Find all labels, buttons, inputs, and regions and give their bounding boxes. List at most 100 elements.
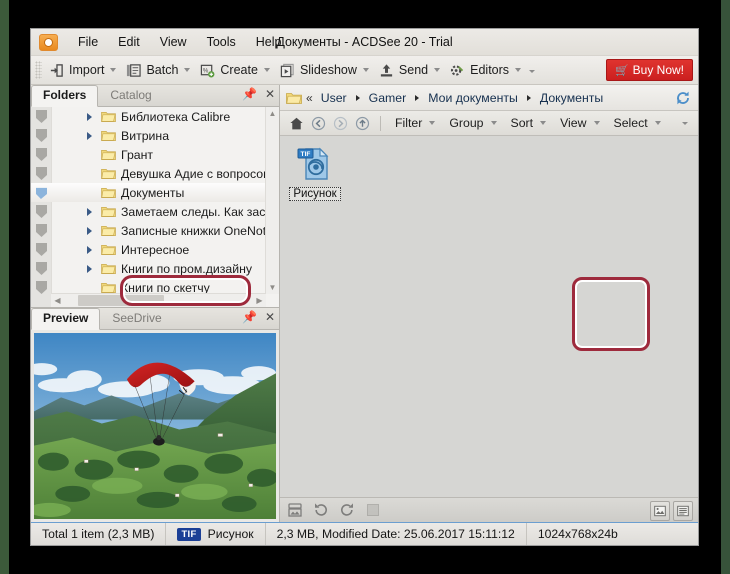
create-icon: % bbox=[201, 64, 215, 77]
sort-button[interactable]: Sort bbox=[505, 113, 536, 133]
tree-scroll-left-arrow[interactable]: ◀ bbox=[51, 296, 64, 305]
editors-dropdown-caret[interactable] bbox=[515, 68, 522, 72]
list-view-toggle[interactable] bbox=[673, 501, 693, 521]
desktop-edge-right bbox=[721, 0, 730, 574]
back-icon[interactable] bbox=[308, 113, 328, 133]
select-caret[interactable] bbox=[654, 121, 661, 125]
slideshow-button[interactable]: Slideshow bbox=[276, 58, 360, 82]
rotate-left-icon[interactable] bbox=[312, 502, 329, 519]
slideshow-icon bbox=[280, 63, 294, 77]
thumbnail-view-toggle[interactable] bbox=[650, 501, 670, 521]
folder-icon bbox=[101, 206, 116, 217]
forward-icon[interactable] bbox=[330, 113, 350, 133]
refresh-icon[interactable] bbox=[673, 88, 692, 107]
folder-tree-item[interactable]: Книги по скетчу bbox=[31, 278, 279, 294]
menu-bar: File Edit View Tools Help bbox=[31, 29, 698, 55]
folder-tree-item-selected[interactable]: Документы bbox=[31, 183, 279, 202]
menu-edit[interactable]: Edit bbox=[109, 32, 149, 52]
folder-tree[interactable]: Библиотека Calibre Витрина Грант Девушка Ад… bbox=[31, 107, 279, 307]
buy-now-button[interactable]: 🛒 Buy Now! bbox=[605, 59, 693, 81]
create-button[interactable]: % Create bbox=[196, 58, 261, 82]
folder-tree-horizontal-scrollbar[interactable]: ◀ ▶ bbox=[51, 293, 266, 307]
tab-folders[interactable]: Folders bbox=[31, 85, 99, 107]
shield-icon bbox=[36, 167, 47, 180]
file-list-area[interactable]: TIF Рисунок bbox=[280, 136, 698, 497]
shield-icon bbox=[36, 205, 47, 218]
folder-tree-vertical-scrollbar[interactable]: ▲ ▼ bbox=[265, 107, 279, 294]
folder-tree-item[interactable]: Заметаем следы. Как заста bbox=[31, 202, 279, 221]
status-total: Total 1 item (2,3 MB) bbox=[31, 523, 167, 545]
rotate-right-icon[interactable] bbox=[338, 502, 355, 519]
toolbar-grip[interactable] bbox=[35, 61, 42, 79]
breadcrumb-documents[interactable]: Документы bbox=[538, 91, 605, 105]
batch-button[interactable]: Batch bbox=[122, 58, 181, 82]
folder-tree-item[interactable]: Книги по пром.дизайну bbox=[31, 259, 279, 278]
view-button[interactable]: View bbox=[554, 113, 588, 133]
tree-scroll-down-arrow[interactable]: ▼ bbox=[266, 281, 279, 294]
expand-arrow-icon[interactable] bbox=[87, 226, 92, 235]
expand-arrow-icon[interactable] bbox=[87, 264, 92, 273]
breadcrumb-separator-icon[interactable] bbox=[415, 94, 420, 101]
create-dropdown-caret[interactable] bbox=[263, 68, 270, 72]
thumbnail-info-icon[interactable] bbox=[286, 502, 303, 519]
folder-tree-item-label: Витрина bbox=[121, 128, 170, 143]
import-button[interactable]: Import bbox=[45, 58, 107, 82]
import-dropdown-caret[interactable] bbox=[110, 68, 117, 72]
expand-arrow-icon[interactable] bbox=[87, 245, 92, 254]
batch-dropdown-caret[interactable] bbox=[184, 68, 191, 72]
file-item-risunok[interactable]: TIF Рисунок bbox=[286, 144, 344, 201]
menu-tools[interactable]: Tools bbox=[198, 32, 245, 52]
home-icon[interactable] bbox=[286, 113, 306, 133]
breadcrumb-my-documents[interactable]: Мои документы bbox=[426, 91, 520, 105]
folder-tree-item[interactable]: Библиотека Calibre bbox=[31, 107, 279, 126]
folder-tree-item[interactable]: Девушка Адие с вопросом о bbox=[31, 164, 279, 183]
pin-icon[interactable]: 📌 bbox=[242, 310, 257, 324]
view-caret[interactable] bbox=[593, 121, 600, 125]
tab-catalog[interactable]: Catalog bbox=[98, 85, 163, 106]
tree-scroll-up-arrow[interactable]: ▲ bbox=[266, 107, 279, 120]
menu-help[interactable]: Help bbox=[247, 32, 291, 52]
filter-caret[interactable] bbox=[429, 121, 436, 125]
import-label: Import bbox=[69, 63, 105, 77]
group-button[interactable]: Group bbox=[443, 113, 485, 133]
tab-preview[interactable]: Preview bbox=[31, 308, 101, 330]
select-button[interactable]: Select bbox=[608, 113, 650, 133]
breadcrumb-separator-icon[interactable] bbox=[526, 94, 531, 101]
expand-arrow-icon[interactable] bbox=[87, 207, 92, 216]
tree-scroll-right-arrow[interactable]: ▶ bbox=[253, 296, 266, 305]
acdsee-camera-icon[interactable] bbox=[39, 33, 58, 51]
close-icon[interactable]: ✕ bbox=[265, 310, 275, 324]
slideshow-dropdown-caret[interactable] bbox=[362, 68, 369, 72]
send-label: Send bbox=[398, 63, 429, 77]
breadcrumb-overflow[interactable]: « bbox=[306, 91, 313, 105]
expand-arrow-icon[interactable] bbox=[87, 131, 92, 140]
breadcrumb-separator-icon[interactable] bbox=[355, 94, 360, 101]
toolbar-overflow-caret[interactable] bbox=[529, 70, 536, 73]
up-icon[interactable] bbox=[352, 113, 372, 133]
close-icon[interactable]: ✕ bbox=[265, 87, 275, 101]
folder-tree-item[interactable]: Витрина bbox=[31, 126, 279, 145]
send-dropdown-caret[interactable] bbox=[434, 68, 441, 72]
folder-tree-item[interactable]: Грант bbox=[31, 145, 279, 164]
group-caret[interactable] bbox=[490, 121, 497, 125]
folder-tree-item[interactable]: Записные книжки OneNote bbox=[31, 221, 279, 240]
folder-icon bbox=[101, 244, 116, 255]
filter-button[interactable]: Filter bbox=[389, 113, 424, 133]
menu-view[interactable]: View bbox=[151, 32, 196, 52]
editors-button[interactable]: Editors bbox=[446, 58, 512, 82]
breadcrumb-gamer[interactable]: Gamer bbox=[367, 91, 409, 105]
send-button[interactable]: Send bbox=[375, 58, 431, 82]
expand-arrow-icon[interactable] bbox=[87, 112, 92, 121]
menu-file[interactable]: File bbox=[69, 32, 107, 52]
folder-tree-item-label: Библиотека Calibre bbox=[121, 109, 231, 124]
navbar-overflow-caret[interactable] bbox=[682, 122, 688, 125]
sort-caret[interactable] bbox=[540, 121, 547, 125]
stop-icon[interactable] bbox=[364, 502, 381, 519]
folder-tree-rows: Библиотека Calibre Витрина Грант Девушка Ад… bbox=[31, 107, 279, 294]
tree-hscroll-thumb[interactable] bbox=[78, 295, 164, 306]
pin-icon[interactable]: 📌 bbox=[242, 87, 257, 101]
breadcrumb-user[interactable]: User bbox=[319, 91, 349, 105]
buy-now-label: Buy Now! bbox=[632, 63, 684, 77]
tab-seedrive[interactable]: SeeDrive bbox=[100, 308, 173, 329]
folder-tree-item[interactable]: Интересное bbox=[31, 240, 279, 259]
